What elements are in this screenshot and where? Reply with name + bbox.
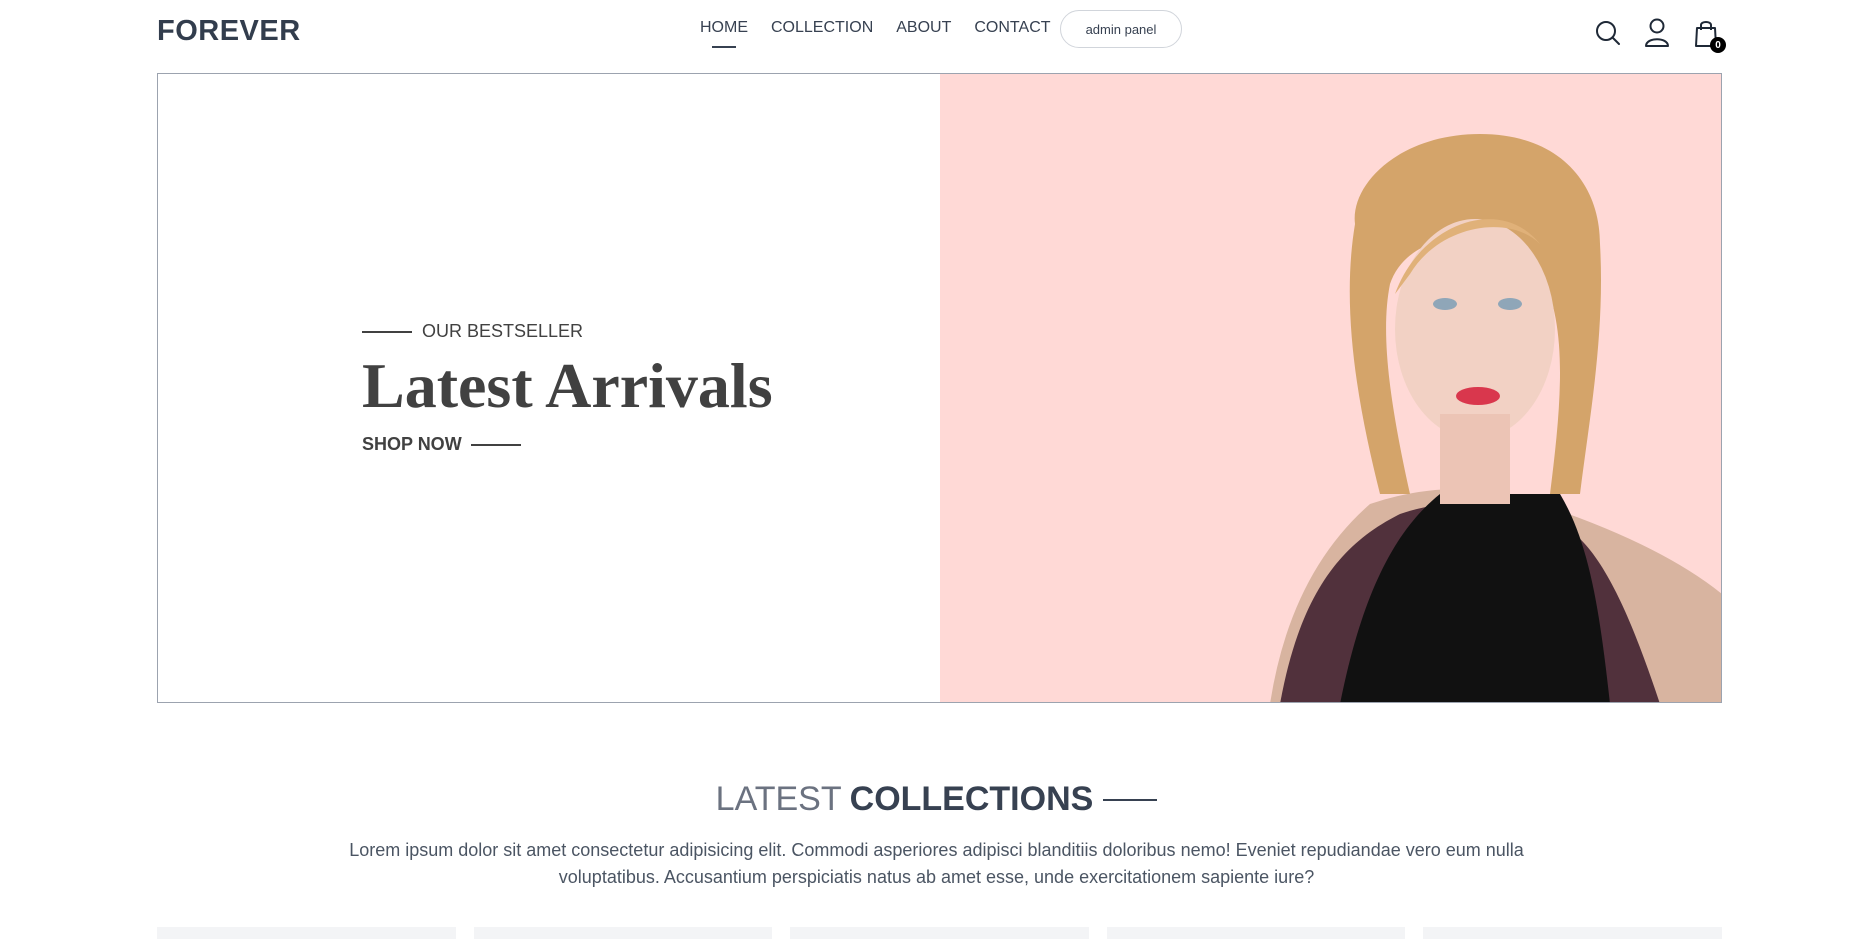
cart-count-badge: 0 [1710, 37, 1726, 53]
search-icon[interactable] [1593, 16, 1623, 50]
nav-link-collection[interactable]: COLLECTION [771, 19, 873, 37]
nav-link-about[interactable]: ABOUT [896, 19, 951, 37]
profile-icon[interactable] [1642, 16, 1672, 50]
product-card[interactable] [157, 927, 456, 939]
model-portrait-illustration [1269, 134, 1721, 702]
nav-icons: 0 [1574, 16, 1726, 53]
product-card[interactable] [790, 927, 1089, 939]
hero-text: OUR BESTSELLER Latest Arrivals SHOP NOW [362, 321, 773, 455]
logo[interactable]: FOREVER [157, 15, 301, 48]
section-title: LATEST COLLECTIONS [716, 780, 1158, 819]
shop-now-label: SHOP NOW [362, 434, 462, 454]
section-title-bold: COLLECTIONS [849, 780, 1094, 818]
product-grid [157, 927, 1722, 939]
nav-link-contact[interactable]: CONTACT [974, 19, 1050, 37]
product-card[interactable] [1106, 927, 1406, 939]
hero-image [939, 74, 1721, 702]
divider-line [470, 443, 521, 446]
nav-link-home[interactable]: HOME [700, 19, 748, 48]
hero-title: Latest Arrivals [362, 350, 773, 421]
latest-collections-section: LATEST COLLECTIONS Lorem ipsum dolor sit… [0, 780, 1873, 891]
divider-line [1103, 798, 1158, 801]
shop-now-link[interactable]: SHOP NOW [362, 434, 773, 455]
product-card[interactable] [473, 927, 773, 939]
nav-links: HOME COLLECTION ABOUT CONTACT [700, 19, 1074, 48]
cart-icon[interactable]: 0 [1691, 16, 1726, 53]
hero-kicker: OUR BESTSELLER [362, 321, 773, 342]
section-title-light: LATEST [715, 780, 842, 818]
product-card[interactable] [1423, 927, 1722, 939]
divider-line [362, 330, 412, 333]
hero-banner: OUR BESTSELLER Latest Arrivals SHOP NOW [157, 73, 1722, 703]
hero-text-panel: OUR BESTSELLER Latest Arrivals SHOP NOW [158, 74, 940, 702]
admin-panel-button[interactable]: admin panel [1060, 10, 1182, 48]
hero-kicker-label: OUR BESTSELLER [422, 321, 584, 341]
section-description: Lorem ipsum dolor sit amet consectetur a… [349, 840, 1524, 887]
navbar: FOREVER HOME COLLECTION ABOUT CONTACT ad… [157, 0, 1726, 73]
